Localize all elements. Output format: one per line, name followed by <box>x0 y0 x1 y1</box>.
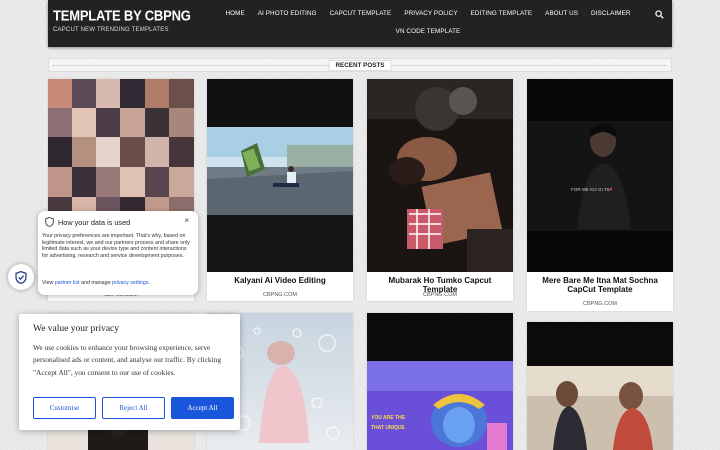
cookie-title: We value your privacy <box>33 324 120 334</box>
post-title[interactable]: Mere Bare Me Itna Mat Sochna CapCut Temp… <box>531 276 669 294</box>
popup-body: Your privacy preferences are important. … <box>42 233 190 259</box>
krishna-photo: YOU ARE THE THAT UNIQUE <box>367 313 513 450</box>
main-nav: HOME AI PHOTO EDITING CAPCUT TEMPLATE PR… <box>218 10 638 36</box>
section-title: RECENT POSTS <box>328 60 392 71</box>
post-card[interactable] <box>527 322 673 450</box>
shield-icon <box>45 217 54 227</box>
close-icon[interactable]: × <box>184 216 189 225</box>
cookie-consent-banner: We value your privacy We use cookies to … <box>19 314 240 430</box>
site-header: TEMPLATE BY CBPNG CAPCUT NEW TRENDING TE… <box>48 0 672 47</box>
post-thumbnail[interactable] <box>527 322 673 450</box>
post-thumbnail[interactable]: YOU ARE THE THAT UNIQUE <box>367 313 513 450</box>
post-card[interactable]: FOR ME KO GI TIL Mere Bare Me Itna Mat S… <box>527 79 673 311</box>
reject-all-button[interactable]: Reject All <box>102 397 165 419</box>
thumb-caption: FOR ME KO GI TIL <box>571 187 611 192</box>
nav-vn-code-template[interactable]: VN CODE TEMPLATE <box>396 28 461 36</box>
post-title[interactable]: Kalyani Ai Video Editing <box>211 276 349 285</box>
portrait-photo: FOR ME KO GI TIL <box>527 79 673 272</box>
post-source[interactable]: CBPNG.COM <box>207 292 353 298</box>
post-source[interactable]: CBPNG.COM <box>527 301 673 307</box>
post-card[interactable]: Mubarak Ho Tumko Capcut Template CBPNG.C… <box>367 79 513 301</box>
links-prefix: View <box>42 280 55 286</box>
popup-links: View partner list and manage privacy set… <box>42 280 150 286</box>
accept-all-button[interactable]: Accept All <box>171 397 234 419</box>
links-middle: and manage <box>79 280 112 286</box>
road-photo <box>207 79 353 272</box>
nav-disclaimer[interactable]: DISCLAIMER <box>591 10 631 18</box>
site-tagline: CAPCUT NEW TRENDING TEMPLATES <box>53 27 169 33</box>
post-thumbnail[interactable]: FOR ME KO GI TIL <box>527 79 673 272</box>
shield-check-icon <box>15 270 27 284</box>
popup-title: How your data is used <box>58 218 131 227</box>
post-card[interactable]: YOU ARE THE THAT UNIQUE <box>367 313 513 450</box>
post-thumbnail[interactable] <box>207 79 353 272</box>
post-source[interactable]: CBPNG.COM <box>367 292 513 298</box>
recent-posts-bar: RECENT POSTS <box>48 58 672 72</box>
thumb-caption: THAT UNIQUE <box>371 425 405 431</box>
links-suffix: . <box>148 280 150 286</box>
gym-photo <box>367 79 513 272</box>
couple-photo <box>527 322 673 450</box>
nav-home[interactable]: HOME <box>225 10 244 18</box>
thumb-caption: YOU ARE THE <box>371 415 406 421</box>
post-card[interactable]: Kalyani Ai Video Editing CBPNG.COM <box>207 79 353 301</box>
post-thumbnail[interactable] <box>367 79 513 272</box>
site-title[interactable]: TEMPLATE BY CBPNG <box>53 7 191 24</box>
nav-ai-photo-editing[interactable]: AI PHOTO EDITING <box>258 10 317 18</box>
nav-capcut-template[interactable]: CAPCUT TEMPLATE <box>330 10 392 18</box>
nav-editing-template[interactable]: EDITING TEMPLATE <box>471 10 533 18</box>
privacy-badge-button[interactable] <box>8 264 34 290</box>
cookie-body: We use cookies to enhance your browsing … <box>33 343 222 377</box>
nav-privacy-policy[interactable]: PRIVACY POLICY <box>404 10 457 18</box>
partner-list-link[interactable]: partner list <box>55 280 80 286</box>
privacy-info-popup: How your data is used × Your privacy pre… <box>38 211 198 295</box>
privacy-settings-link[interactable]: privacy settings <box>112 280 149 286</box>
search-icon[interactable] <box>655 10 664 19</box>
nav-about-us[interactable]: ABOUT US <box>545 10 578 18</box>
customise-button[interactable]: Customise <box>33 397 96 419</box>
